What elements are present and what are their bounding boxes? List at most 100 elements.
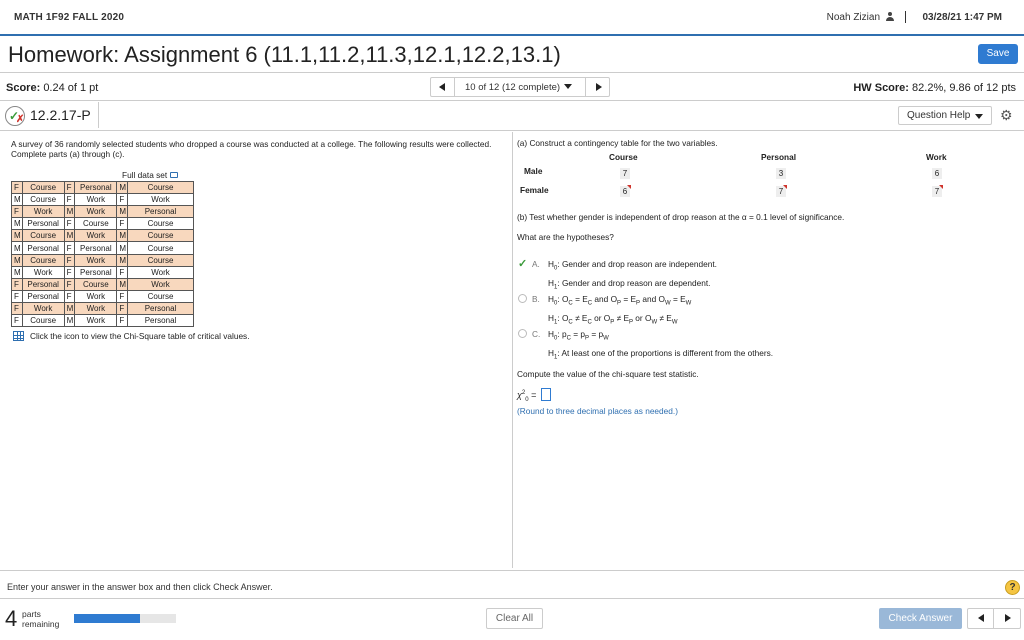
gender-cell: F (11, 289, 23, 303)
gender-cell: F (116, 314, 129, 328)
gender-cell: F (63, 193, 76, 207)
parts-label-line1: parts (22, 609, 41, 619)
reason-cell: Personal (21, 241, 65, 255)
rounding-note: (Round to three decimal places as needed… (517, 406, 678, 416)
reason-cell: Course (21, 180, 65, 195)
previous-button[interactable] (968, 609, 994, 628)
clear-all-button[interactable]: Clear All (486, 608, 543, 629)
option-letter: A. (532, 259, 540, 269)
option-c-radio[interactable] (518, 329, 527, 338)
gender-cell: M (63, 314, 76, 328)
table-row: M Personal F Personal M Course (11, 241, 195, 255)
reason-cell: Work (74, 193, 118, 207)
check-answer-button[interactable]: Check Answer (879, 608, 962, 629)
option-c-text: H0: pC = pP = pW H1: At least one of the… (548, 329, 774, 361)
option-b-text: H0: OC = EC and OP = EP and OW = EW H1: … (548, 294, 692, 326)
table-icon[interactable] (13, 331, 24, 341)
reason-cell: Work (74, 229, 118, 243)
user-icon (886, 12, 894, 21)
column-header-work: Work (926, 152, 947, 162)
parts-remaining-count: 4 (5, 606, 18, 631)
table-row: F Course F Personal M Course (11, 180, 195, 195)
option-b-radio[interactable] (518, 294, 527, 303)
reason-cell: Course (127, 180, 195, 195)
score-label: Score: (6, 82, 41, 94)
reason-cell: Work (74, 289, 118, 303)
cell-male-course[interactable]: 7 (620, 168, 630, 179)
cell-male-work[interactable]: 6 (932, 168, 942, 179)
option-b[interactable]: B. H0: OC = EC and OP = EP and OW = EW H… (518, 292, 818, 325)
page-title: Homework: Assignment 6 (11.1,11.2,11.3,1… (8, 42, 561, 67)
answer-instruction: Enter your answer in the answer box and … (7, 582, 273, 592)
question-help-label: Question Help (907, 110, 971, 121)
reason-cell: Course (127, 229, 195, 243)
gear-icon[interactable]: ⚙ (1000, 107, 1013, 124)
gender-cell: F (63, 253, 76, 267)
table-row: M Course F Work F Work (11, 193, 195, 207)
row-label-male: Male (524, 166, 543, 176)
help-icon[interactable]: ? (1005, 580, 1020, 595)
user-name[interactable]: Noah Zizian (827, 12, 894, 23)
hw-score: HW Score: 82.2%, 9.86 of 12 pts (853, 82, 1016, 94)
reason-cell: Course (74, 277, 118, 291)
gender-cell: F (116, 193, 129, 207)
cell-female-course[interactable]: 6 (620, 185, 631, 197)
parts-progress-bar (74, 614, 176, 623)
part-a-prompt: (a) Construct a contingency table for th… (517, 138, 718, 148)
gender-cell: F (63, 180, 76, 195)
option-c[interactable]: C. H0: pC = pP = pW H1: At least one of … (518, 327, 818, 360)
divider (0, 100, 1024, 101)
option-letter: C. (532, 329, 541, 339)
gender-cell: F (63, 265, 76, 279)
data-table: F Course F Personal M Course M Course F Work F Work… (11, 180, 195, 328)
top-bar: MATH 1F92 FALL 2020 Noah Zizian 03/28/21… (0, 0, 1024, 36)
reason-cell: Course (21, 193, 65, 207)
option-a[interactable]: ✓ A. H0: Gender and drop reason are inde… (518, 257, 818, 290)
reason-cell: Course (21, 229, 65, 243)
reason-cell: Personal (74, 180, 118, 195)
question-help-button[interactable]: Question Help (898, 106, 992, 125)
option-a-text: H0: Gender and drop reason are independe… (548, 259, 717, 291)
table-row: M Course F Work M Course (11, 253, 195, 267)
table-row: M Work F Personal F Work (11, 265, 195, 279)
gender-cell: F (63, 289, 76, 303)
gender-cell: M (11, 265, 23, 279)
gender-cell: M (11, 217, 23, 231)
reason-cell: Personal (127, 205, 195, 219)
cell-male-personal[interactable]: 3 (776, 168, 786, 179)
chi-square-link-text: Click the icon to view the Chi-Square ta… (30, 331, 250, 341)
reason-cell: Course (127, 253, 195, 267)
previous-question-button[interactable] (431, 78, 455, 96)
score-value: 0.24 of 1 pt (43, 82, 99, 94)
column-header-course: Course (609, 152, 638, 162)
reason-cell: Personal (127, 301, 195, 316)
option-letter: B. (532, 294, 540, 304)
question-select[interactable]: 10 of 12 (12 complete) (465, 82, 573, 93)
reason-cell: Work (74, 205, 118, 219)
reason-cell: Work (127, 193, 195, 207)
chevron-down-icon (975, 114, 983, 119)
reason-cell: Work (74, 301, 118, 316)
gender-cell: M (11, 241, 23, 255)
chi-square-answer-input[interactable] (540, 388, 551, 401)
save-button[interactable]: Save (978, 44, 1018, 64)
copy-icon[interactable] (170, 172, 179, 178)
gender-cell: M (11, 253, 23, 267)
reason-cell: Course (21, 314, 65, 328)
gender-cell: F (116, 217, 129, 231)
gender-cell: M (116, 229, 129, 243)
cell-female-work[interactable]: 7 (932, 185, 943, 197)
cell-female-personal[interactable]: 7 (776, 185, 787, 197)
parts-label-line2: remaining (22, 619, 60, 629)
column-header-personal: Personal (761, 152, 797, 162)
chi-square-answer-row: χ20 = (517, 388, 551, 403)
problem-statement: A survey of 36 randomly selected student… (11, 139, 492, 159)
gender-cell: F (116, 289, 129, 303)
divider (98, 102, 99, 128)
next-button[interactable] (994, 609, 1020, 628)
reason-cell: Course (127, 241, 195, 255)
progress-fill (74, 614, 141, 623)
full-data-set-link[interactable]: Full data set (122, 170, 179, 180)
next-question-button[interactable] (585, 78, 609, 96)
chi-square-table-link[interactable]: Click the icon to view the Chi-Square ta… (13, 331, 250, 341)
